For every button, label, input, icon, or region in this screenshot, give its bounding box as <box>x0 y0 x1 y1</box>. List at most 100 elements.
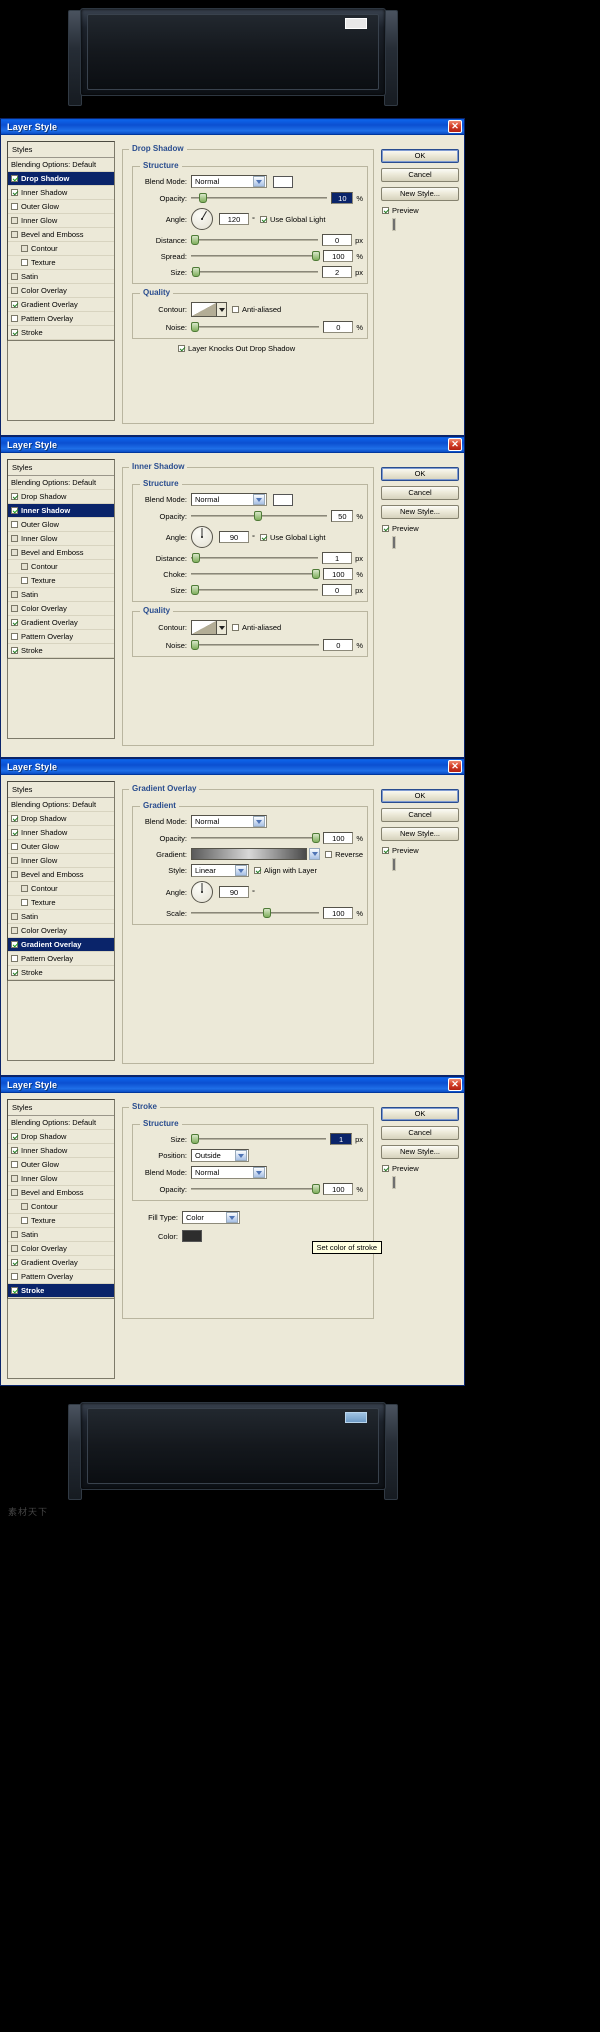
new-style-button[interactable]: New Style... <box>381 187 459 201</box>
checkbox-icon[interactable] <box>11 521 18 528</box>
chevron-down-icon[interactable] <box>235 1150 247 1161</box>
size-slider[interactable] <box>191 1133 327 1145</box>
sidebar-item-contour[interactable]: Contour <box>8 882 114 896</box>
sidebar-item-satin[interactable]: Satin <box>8 910 114 924</box>
close-icon[interactable]: ✕ <box>448 760 462 773</box>
checkbox-icon[interactable] <box>11 1175 18 1182</box>
sidebar-item-color-overlay[interactable]: Color Overlay <box>8 1242 114 1256</box>
slider-knob[interactable] <box>311 1184 320 1194</box>
checkbox-icon[interactable] <box>11 287 18 294</box>
position-select[interactable]: Outside <box>191 1149 249 1162</box>
checkbox-icon[interactable] <box>21 885 28 892</box>
noise-input[interactable]: 0 <box>323 321 354 333</box>
slider-knob[interactable] <box>311 833 320 843</box>
cancel-button[interactable]: Cancel <box>381 168 459 182</box>
slider-knob[interactable] <box>253 511 262 521</box>
sidebar-item-satin[interactable]: Satin <box>8 1228 114 1242</box>
distance-input[interactable]: 0 <box>322 234 353 246</box>
checkbox-icon[interactable] <box>21 577 28 584</box>
sidebar-item-outer-glow[interactable]: Outer Glow <box>8 518 114 532</box>
checkbox-icon[interactable] <box>260 215 267 223</box>
ok-button[interactable]: OK <box>381 467 459 481</box>
ok-button[interactable]: OK <box>381 789 459 803</box>
scale-input[interactable]: 100 <box>323 907 354 919</box>
checkbox-icon[interactable] <box>232 306 239 313</box>
use-global-light-checkbox[interactable]: Use Global Light <box>260 215 325 224</box>
sidebar-item-bevel-and-emboss[interactable]: Bevel and Emboss <box>8 868 114 882</box>
spread-input[interactable]: 100 <box>323 250 354 262</box>
distance-input[interactable]: 1 <box>322 552 353 564</box>
checkbox-icon[interactable] <box>11 815 18 822</box>
opacity-slider[interactable] <box>191 510 328 522</box>
sidebar-item-contour[interactable]: Contour <box>8 1200 114 1214</box>
sidebar-item-outer-glow[interactable]: Outer Glow <box>8 1158 114 1172</box>
close-icon[interactable]: ✕ <box>448 438 462 451</box>
gradient-style-select[interactable]: Linear <box>191 864 249 877</box>
sidebar-item-drop-shadow[interactable]: Drop Shadow <box>8 490 114 504</box>
sidebar-item-pattern-overlay[interactable]: Pattern Overlay <box>8 630 114 644</box>
sidebar-item-drop-shadow[interactable]: Drop Shadow <box>8 1130 114 1144</box>
chevron-down-icon[interactable] <box>253 1167 265 1178</box>
close-icon[interactable]: ✕ <box>448 1078 462 1091</box>
checkbox-icon[interactable] <box>11 969 18 976</box>
sidebar-item-inner-glow[interactable]: Inner Glow <box>8 532 114 546</box>
sidebar-item-stroke[interactable]: Stroke <box>8 644 114 658</box>
checkbox-icon[interactable] <box>11 843 18 850</box>
checkbox-icon[interactable] <box>11 1189 18 1196</box>
sidebar-item-contour[interactable]: Contour <box>8 242 114 256</box>
sidebar-item-stroke[interactable]: Stroke <box>8 1284 114 1298</box>
preview-checkbox[interactable]: Preview <box>382 524 459 533</box>
blending-options-item[interactable]: Blending Options: Default <box>8 476 114 490</box>
sidebar-item-gradient-overlay[interactable]: Gradient Overlay <box>8 1256 114 1270</box>
checkbox-icon[interactable] <box>11 273 18 280</box>
gradient-preview[interactable] <box>191 848 308 860</box>
angle-dial[interactable] <box>191 208 213 230</box>
checkbox-icon[interactable] <box>11 329 18 336</box>
checkbox-icon[interactable] <box>11 871 18 878</box>
angle-input[interactable]: 90 <box>219 886 249 898</box>
sidebar-item-bevel-and-emboss[interactable]: Bevel and Emboss <box>8 1186 114 1200</box>
checkbox-icon[interactable] <box>325 850 333 858</box>
slider-knob[interactable] <box>311 251 320 261</box>
sidebar-item-inner-glow[interactable]: Inner Glow <box>8 1172 114 1186</box>
checkbox-icon[interactable] <box>11 1273 18 1280</box>
checkbox-icon[interactable] <box>382 207 389 214</box>
checkbox-icon[interactable] <box>11 1231 18 1238</box>
new-style-button[interactable]: New Style... <box>381 1145 459 1159</box>
sidebar-item-gradient-overlay[interactable]: Gradient Overlay <box>8 616 114 630</box>
checkbox-icon[interactable] <box>11 647 18 654</box>
sidebar-item-drop-shadow[interactable]: Drop Shadow <box>8 812 114 826</box>
sidebar-item-inner-shadow[interactable]: Inner Shadow <box>8 826 114 840</box>
checkbox-icon[interactable] <box>11 955 18 962</box>
sidebar-item-inner-glow[interactable]: Inner Glow <box>8 854 114 868</box>
size-slider[interactable] <box>191 266 319 278</box>
checkbox-icon[interactable] <box>21 1203 28 1210</box>
size-input[interactable]: 1 <box>330 1133 353 1145</box>
preview-checkbox[interactable]: Preview <box>382 1164 459 1173</box>
distance-slider[interactable] <box>191 552 319 564</box>
preview-checkbox[interactable]: Preview <box>382 846 459 855</box>
checkbox-icon[interactable] <box>11 927 18 934</box>
checkbox-icon[interactable] <box>21 259 28 266</box>
sidebar-item-inner-shadow[interactable]: Inner Shadow <box>8 1144 114 1158</box>
sidebar-item-texture[interactable]: Texture <box>8 896 114 910</box>
sidebar-item-stroke[interactable]: Stroke <box>8 966 114 980</box>
slider-knob[interactable] <box>192 553 201 563</box>
sidebar-item-texture[interactable]: Texture <box>8 256 114 270</box>
size-input[interactable]: 0 <box>322 584 353 596</box>
chevron-down-icon[interactable] <box>253 494 265 505</box>
sidebar-item-color-overlay[interactable]: Color Overlay <box>8 924 114 938</box>
checkbox-icon[interactable] <box>11 231 18 238</box>
anti-aliased-checkbox[interactable]: Anti-aliased <box>232 305 281 314</box>
blending-options-item[interactable]: Blending Options: Default <box>8 798 114 812</box>
blend-mode-select[interactable]: Normal <box>191 815 267 828</box>
checkbox-icon[interactable] <box>11 493 18 500</box>
sidebar-item-bevel-and-emboss[interactable]: Bevel and Emboss <box>8 228 114 242</box>
checkbox-icon[interactable] <box>11 203 18 210</box>
checkbox-icon[interactable] <box>21 1217 28 1224</box>
checkbox-icon[interactable] <box>11 633 18 640</box>
ok-button[interactable]: OK <box>381 149 459 163</box>
slider-knob[interactable] <box>191 640 199 650</box>
slider-knob[interactable] <box>262 908 271 918</box>
spread-slider[interactable] <box>191 250 320 262</box>
